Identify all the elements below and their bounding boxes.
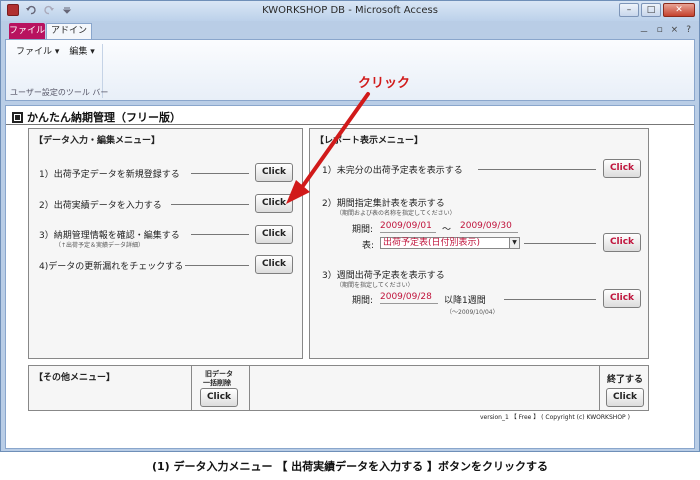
help-icon[interactable]: ?	[686, 25, 691, 38]
row-check-updates-label: 4)データの更新漏れをチェックする	[39, 262, 184, 272]
table-select[interactable]: 出荷予定表(日付別表示) ▼	[380, 237, 520, 249]
close-button[interactable]: ✕	[663, 3, 695, 17]
report-weekly-sub: （期間を指定してください）	[336, 282, 414, 289]
period-to-field[interactable]: 2009/09/30	[460, 221, 518, 233]
table-label: 表:	[362, 241, 375, 251]
row-edit-delivery-sub: （↑出荷予定＆実績データ詳細）	[55, 242, 145, 249]
form-icon	[12, 111, 23, 123]
title-bar: KWORKSHOP DB - Microsoft Access – □ ✕	[1, 1, 699, 21]
row-shipment-result-label: 2）出荷実績データを入力する	[39, 201, 162, 211]
ribbon-minimize-icon[interactable]: －	[640, 25, 649, 38]
weekly-period-label: 期間:	[352, 296, 374, 306]
bulk-delete-button[interactable]: Click	[200, 388, 238, 407]
period-from-field[interactable]: 2009/09/01	[380, 221, 436, 233]
ribbon-controls: － ▫ × ?	[640, 25, 691, 38]
weekly-report-button[interactable]: Click	[603, 289, 641, 308]
other-panel-title: 【その他メニュー】	[34, 373, 116, 383]
leader-line	[478, 169, 596, 170]
other-menu-panel: 【その他メニュー】 旧データ 一括削除 Click 終了する Click	[28, 365, 649, 411]
page-caption: (1) データ入力メニュー 【 出荷実績データを入力する 】ボタンをクリックする	[151, 460, 549, 473]
ribbon-panel: ファイル ▾ 編集 ▾ ユーザー設定のツール バー	[5, 39, 695, 101]
row-new-shipment-label: 1）出荷予定データを新規登録する	[39, 170, 180, 180]
report-period-sub: （期間および表の名称を指定してください）	[336, 210, 456, 217]
data-input-panel: 【データ入力・編集メニュー】 1）出荷予定データを新規登録する Click 2）…	[28, 128, 303, 359]
leader-line	[191, 234, 249, 235]
old-data-label-2: 一括削除	[203, 379, 231, 387]
exit-button[interactable]: Click	[606, 388, 644, 407]
version-copyright: version_1 【 Free 】 ( Copyright (c) KWORK…	[480, 414, 630, 421]
title-divider	[6, 124, 694, 125]
edit-delivery-button[interactable]: Click	[255, 225, 293, 244]
click-annotation: クリック	[358, 76, 411, 91]
report-panel: 【レポート表示メニュー】 1）未完分の出荷予定表を表示する Click 2）期間…	[309, 128, 649, 359]
window-controls: – □ ✕	[619, 3, 695, 17]
weekly-after-label: 以降1週間	[444, 296, 486, 306]
panel-divider	[599, 366, 600, 410]
unfinished-report-button[interactable]: Click	[603, 159, 641, 178]
access-window: KWORKSHOP DB - Microsoft Access – □ ✕ ファ…	[0, 0, 700, 452]
maximize-button[interactable]: □	[641, 3, 661, 17]
menu-file[interactable]: ファイル ▾	[16, 44, 59, 57]
ribbon-group-label: ユーザー設定のツール バー	[10, 88, 109, 97]
tab-addin[interactable]: アドイン	[46, 23, 92, 39]
leader-line	[504, 299, 596, 300]
shipment-result-button[interactable]: Click	[255, 194, 293, 213]
exit-label: 終了する	[607, 375, 644, 385]
leader-line	[191, 173, 249, 174]
panel-divider	[249, 366, 250, 410]
main-menu-form: かんたん納期管理（フリー版） 【データ入力・編集メニュー】 1）出荷予定データを…	[5, 105, 695, 449]
period-report-button[interactable]: Click	[603, 233, 641, 252]
panel-divider	[191, 366, 192, 410]
ribbon-restore-icon[interactable]: ▫	[657, 25, 663, 38]
new-shipment-button[interactable]: Click	[255, 163, 293, 182]
weekly-range-label: （〜2009/10/04）	[446, 309, 499, 316]
chevron-down-icon[interactable]: ▼	[509, 238, 519, 248]
form-title: かんたん納期管理（フリー版）	[12, 109, 181, 125]
weekly-date-field[interactable]: 2009/09/28	[380, 292, 438, 304]
period-tilde: 〜	[442, 225, 452, 235]
ribbon-tabs: ファイル アドイン － ▫ × ?	[1, 21, 699, 39]
minimize-button[interactable]: –	[619, 3, 639, 17]
form-title-text: かんたん納期管理（フリー版）	[27, 111, 181, 124]
table-select-value: 出荷予定表(日付別表示)	[383, 238, 481, 248]
data-panel-title: 【データ入力・編集メニュー】	[34, 136, 161, 146]
window-title: KWORKSHOP DB - Microsoft Access	[262, 5, 438, 16]
menu-edit[interactable]: 編集 ▾	[69, 44, 94, 57]
leader-line	[524, 243, 596, 244]
period-label: 期間:	[352, 225, 374, 235]
tab-file[interactable]: ファイル	[9, 23, 45, 39]
report-panel-title: 【レポート表示メニュー】	[315, 136, 424, 146]
report-unfinished-label: 1）未完分の出荷予定表を表示する	[322, 166, 463, 176]
leader-line	[185, 265, 249, 266]
leader-line	[171, 204, 249, 205]
custom-toolbar-menu: ファイル ▾ 編集 ▾	[16, 44, 95, 57]
check-updates-button[interactable]: Click	[255, 255, 293, 274]
ribbon-close-icon[interactable]: ×	[671, 25, 679, 38]
